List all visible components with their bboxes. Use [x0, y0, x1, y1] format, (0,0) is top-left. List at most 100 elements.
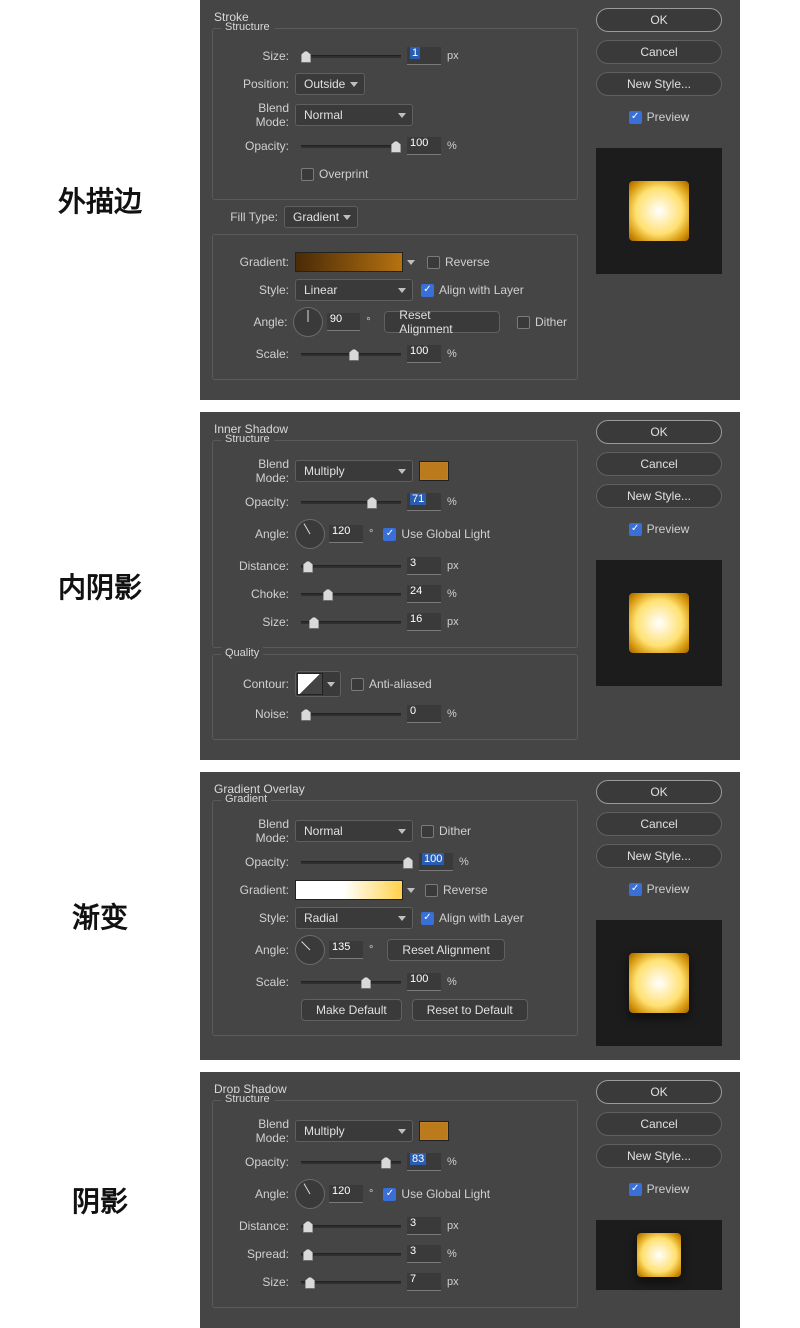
- ok-button[interactable]: OK: [596, 780, 722, 804]
- gradient-overlay-panel: Gradient Overlay Gradient Blend Mode: No…: [200, 772, 740, 1060]
- style-label: Style:: [223, 911, 295, 925]
- size-input[interactable]: 16: [407, 613, 441, 631]
- filltype-dropdown[interactable]: Gradient: [284, 206, 358, 228]
- angle-input[interactable]: 135: [329, 941, 363, 959]
- alignlayer-checkbox[interactable]: [421, 912, 434, 925]
- ok-button[interactable]: OK: [596, 8, 722, 32]
- reset-alignment-button[interactable]: Reset Alignment: [384, 311, 499, 333]
- dither-checkbox[interactable]: [421, 825, 434, 838]
- blendmode-dropdown[interactable]: Multiply: [295, 460, 413, 482]
- reverse-checkbox[interactable]: [427, 256, 440, 269]
- scale-input[interactable]: 100: [407, 973, 441, 991]
- color-swatch[interactable]: [419, 1121, 449, 1141]
- angle-input[interactable]: 120: [329, 1185, 363, 1203]
- scale-slider[interactable]: [301, 353, 401, 356]
- choke-slider[interactable]: [301, 593, 401, 596]
- size-slider[interactable]: [301, 55, 401, 58]
- gradstyle-dropdown[interactable]: Linear: [295, 279, 413, 301]
- blendmode-dropdown[interactable]: Multiply: [295, 1120, 413, 1142]
- dither-checkbox[interactable]: [517, 316, 530, 329]
- preview-checkbox[interactable]: [629, 883, 642, 896]
- opacity-input[interactable]: 71: [407, 493, 441, 511]
- inner-shadow-panel: Inner Shadow Structure Blend Mode: Multi…: [200, 412, 740, 760]
- chevron-down-icon: [343, 215, 351, 220]
- distance-slider[interactable]: [301, 565, 401, 568]
- ok-button[interactable]: OK: [596, 1080, 722, 1104]
- shadow-cn-label: 阴影: [0, 1072, 200, 1328]
- make-default-button[interactable]: Make Default: [301, 999, 402, 1021]
- chevron-down-icon: [407, 260, 415, 265]
- angle-input[interactable]: 120: [329, 525, 363, 543]
- reset-alignment-button[interactable]: Reset Alignment: [387, 939, 504, 961]
- cancel-button[interactable]: Cancel: [596, 452, 722, 476]
- globallight-checkbox[interactable]: [383, 528, 396, 541]
- contour-picker[interactable]: [295, 671, 341, 697]
- cancel-button[interactable]: Cancel: [596, 40, 722, 64]
- stroke-cn-label: 外描边: [0, 0, 200, 400]
- contour-swatch: [297, 673, 323, 695]
- style-label: Style:: [223, 283, 295, 297]
- overprint-checkbox[interactable]: [301, 168, 314, 181]
- gradient-picker[interactable]: [295, 252, 415, 272]
- choke-input[interactable]: 24: [407, 585, 441, 603]
- blendmode-dropdown[interactable]: Normal: [295, 104, 413, 126]
- newstyle-button[interactable]: New Style...: [596, 844, 722, 868]
- scale-slider[interactable]: [301, 981, 401, 984]
- opacity-input[interactable]: 100: [407, 137, 441, 155]
- drop-shadow-panel: Drop Shadow Structure Blend Mode: Multip…: [200, 1072, 740, 1328]
- spread-input[interactable]: 3: [407, 1245, 441, 1263]
- distance-slider[interactable]: [301, 1225, 401, 1228]
- cancel-button[interactable]: Cancel: [596, 1112, 722, 1136]
- opacity-slider[interactable]: [301, 501, 401, 504]
- angle-input[interactable]: 90: [327, 313, 360, 331]
- stroke-block: 外描边 Stroke Structure Size: 1 px Position…: [0, 0, 800, 400]
- gradstyle-dropdown[interactable]: Radial: [295, 907, 413, 929]
- noise-input[interactable]: 0: [407, 705, 441, 723]
- newstyle-button[interactable]: New Style...: [596, 484, 722, 508]
- blendmode-dropdown[interactable]: Normal: [295, 820, 413, 842]
- overprint-label: Overprint: [319, 167, 368, 181]
- gradient-legend: Gradient: [221, 793, 271, 805]
- opacity-input[interactable]: 83: [407, 1153, 441, 1171]
- preview-checkbox[interactable]: [629, 111, 642, 124]
- distance-input[interactable]: 3: [407, 557, 441, 575]
- antialiased-checkbox[interactable]: [351, 678, 364, 691]
- globallight-checkbox[interactable]: [383, 1188, 396, 1201]
- size-slider[interactable]: [301, 621, 401, 624]
- noise-slider[interactable]: [301, 713, 401, 716]
- angle-dial[interactable]: [295, 935, 325, 965]
- distance-input[interactable]: 3: [407, 1217, 441, 1235]
- reverse-label: Reverse: [443, 883, 488, 897]
- angle-dial[interactable]: [293, 307, 322, 337]
- preview-label: Preview: [647, 882, 690, 896]
- alignlayer-label: Align with Layer: [439, 911, 524, 925]
- preview-checkbox[interactable]: [629, 1183, 642, 1196]
- preview-checkbox[interactable]: [629, 523, 642, 536]
- size-input[interactable]: 7: [407, 1273, 441, 1291]
- reverse-checkbox[interactable]: [425, 884, 438, 897]
- scale-input[interactable]: 100: [407, 345, 441, 363]
- newstyle-button[interactable]: New Style...: [596, 72, 722, 96]
- alignlayer-checkbox[interactable]: [421, 284, 434, 297]
- position-dropdown[interactable]: Outside: [295, 73, 365, 95]
- angle-label: Angle:: [223, 527, 295, 541]
- opacity-slider[interactable]: [301, 861, 413, 864]
- color-swatch[interactable]: [419, 461, 449, 481]
- gradient-picker[interactable]: [295, 880, 415, 900]
- spread-slider[interactable]: [301, 1253, 401, 1256]
- contour-label: Contour:: [223, 677, 295, 691]
- cancel-button[interactable]: Cancel: [596, 812, 722, 836]
- opacity-input[interactable]: 100: [419, 853, 453, 871]
- opacity-slider[interactable]: [301, 145, 401, 148]
- blendmode-label: Blend Mode:: [223, 1117, 295, 1145]
- size-input[interactable]: 1: [407, 47, 441, 65]
- newstyle-button[interactable]: New Style...: [596, 1144, 722, 1168]
- dither-label: Dither: [439, 824, 471, 838]
- ok-button[interactable]: OK: [596, 420, 722, 444]
- size-slider[interactable]: [301, 1281, 401, 1284]
- gradient-label: Gradient:: [223, 255, 295, 269]
- opacity-slider[interactable]: [301, 1161, 401, 1164]
- angle-dial[interactable]: [295, 1179, 325, 1209]
- angle-dial[interactable]: [295, 519, 325, 549]
- reset-default-button[interactable]: Reset to Default: [412, 999, 528, 1021]
